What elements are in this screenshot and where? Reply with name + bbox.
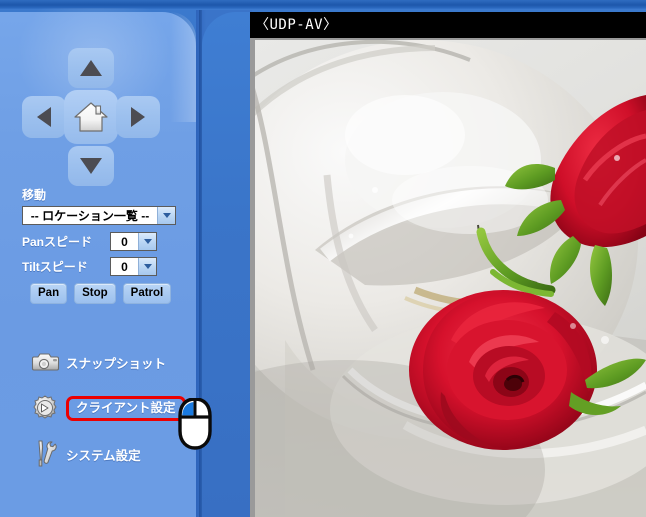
sidebar-item-client-settings-label: クライアント設定 — [66, 395, 186, 421]
up-arrow-icon — [80, 60, 102, 76]
location-select[interactable]: -- ロケーション一覧 -- — [22, 206, 176, 225]
right-arrow-icon — [131, 107, 145, 127]
sidebar-item-snapshot-label: スナップショット — [66, 356, 167, 371]
sidebar-item-system-settings-label: システム設定 — [66, 448, 141, 463]
camera-viewer-window: 移動 -- ロケーション一覧 -- Panスピード 0 Tiltスピード 0 P… — [0, 0, 646, 517]
move-label: 移動 — [22, 188, 47, 202]
tilt-speed-row: Tiltスピード 0 — [22, 257, 157, 276]
mouse-click-indicator — [176, 397, 214, 450]
system-settings-icon — [24, 439, 66, 469]
pan-up-button[interactable] — [68, 48, 114, 88]
tilt-speed-select[interactable]: 0 — [110, 257, 157, 276]
chevron-down-icon[interactable] — [138, 258, 156, 275]
tilt-speed-value: 0 — [121, 259, 128, 274]
home-position-button[interactable] — [64, 90, 118, 144]
video-stream-image[interactable] — [255, 40, 646, 517]
pan-speed-label: Panスピード — [22, 235, 93, 249]
left-arrow-icon — [37, 107, 51, 127]
pan-speed-value: 0 — [121, 234, 128, 249]
pan-left-button[interactable] — [22, 96, 66, 138]
ptz-direction-pad — [22, 48, 162, 188]
pan-button[interactable]: Pan — [30, 283, 68, 304]
patrol-button[interactable]: Patrol — [122, 283, 172, 304]
video-panel: 〈UDP-AV〉 — [250, 12, 646, 517]
ptz-action-buttons: Pan Stop Patrol — [30, 283, 172, 304]
video-frame-border — [250, 38, 646, 517]
control-sidebar: 移動 -- ロケーション一覧 -- Panスピード 0 Tiltスピード 0 P… — [0, 8, 196, 517]
pan-speed-row: Panスピード 0 — [22, 232, 157, 251]
tilt-speed-label: Tiltスピード — [22, 260, 88, 274]
down-arrow-icon — [80, 158, 102, 174]
home-house-icon — [74, 102, 108, 132]
pan-down-button[interactable] — [68, 146, 114, 186]
sidebar-item-system-settings[interactable]: システム設定 — [24, 434, 189, 474]
stop-button[interactable]: Stop — [74, 283, 116, 304]
pan-right-button[interactable] — [116, 96, 160, 138]
chevron-down-icon[interactable] — [157, 207, 175, 224]
pan-speed-select[interactable]: 0 — [110, 232, 157, 251]
sidebar-nav: スナップショット クライアント設定 システム設定 — [24, 342, 189, 480]
sidebar-item-snapshot[interactable]: スナップショット — [24, 342, 189, 382]
location-select-value: -- ロケーション一覧 -- — [30, 209, 150, 223]
client-settings-icon — [24, 394, 66, 422]
video-stream-label: 〈UDP-AV〉 — [250, 12, 646, 38]
sidebar-item-client-settings[interactable]: クライアント設定 — [24, 388, 189, 428]
camera-icon — [24, 350, 66, 374]
chevron-down-icon[interactable] — [138, 233, 156, 250]
